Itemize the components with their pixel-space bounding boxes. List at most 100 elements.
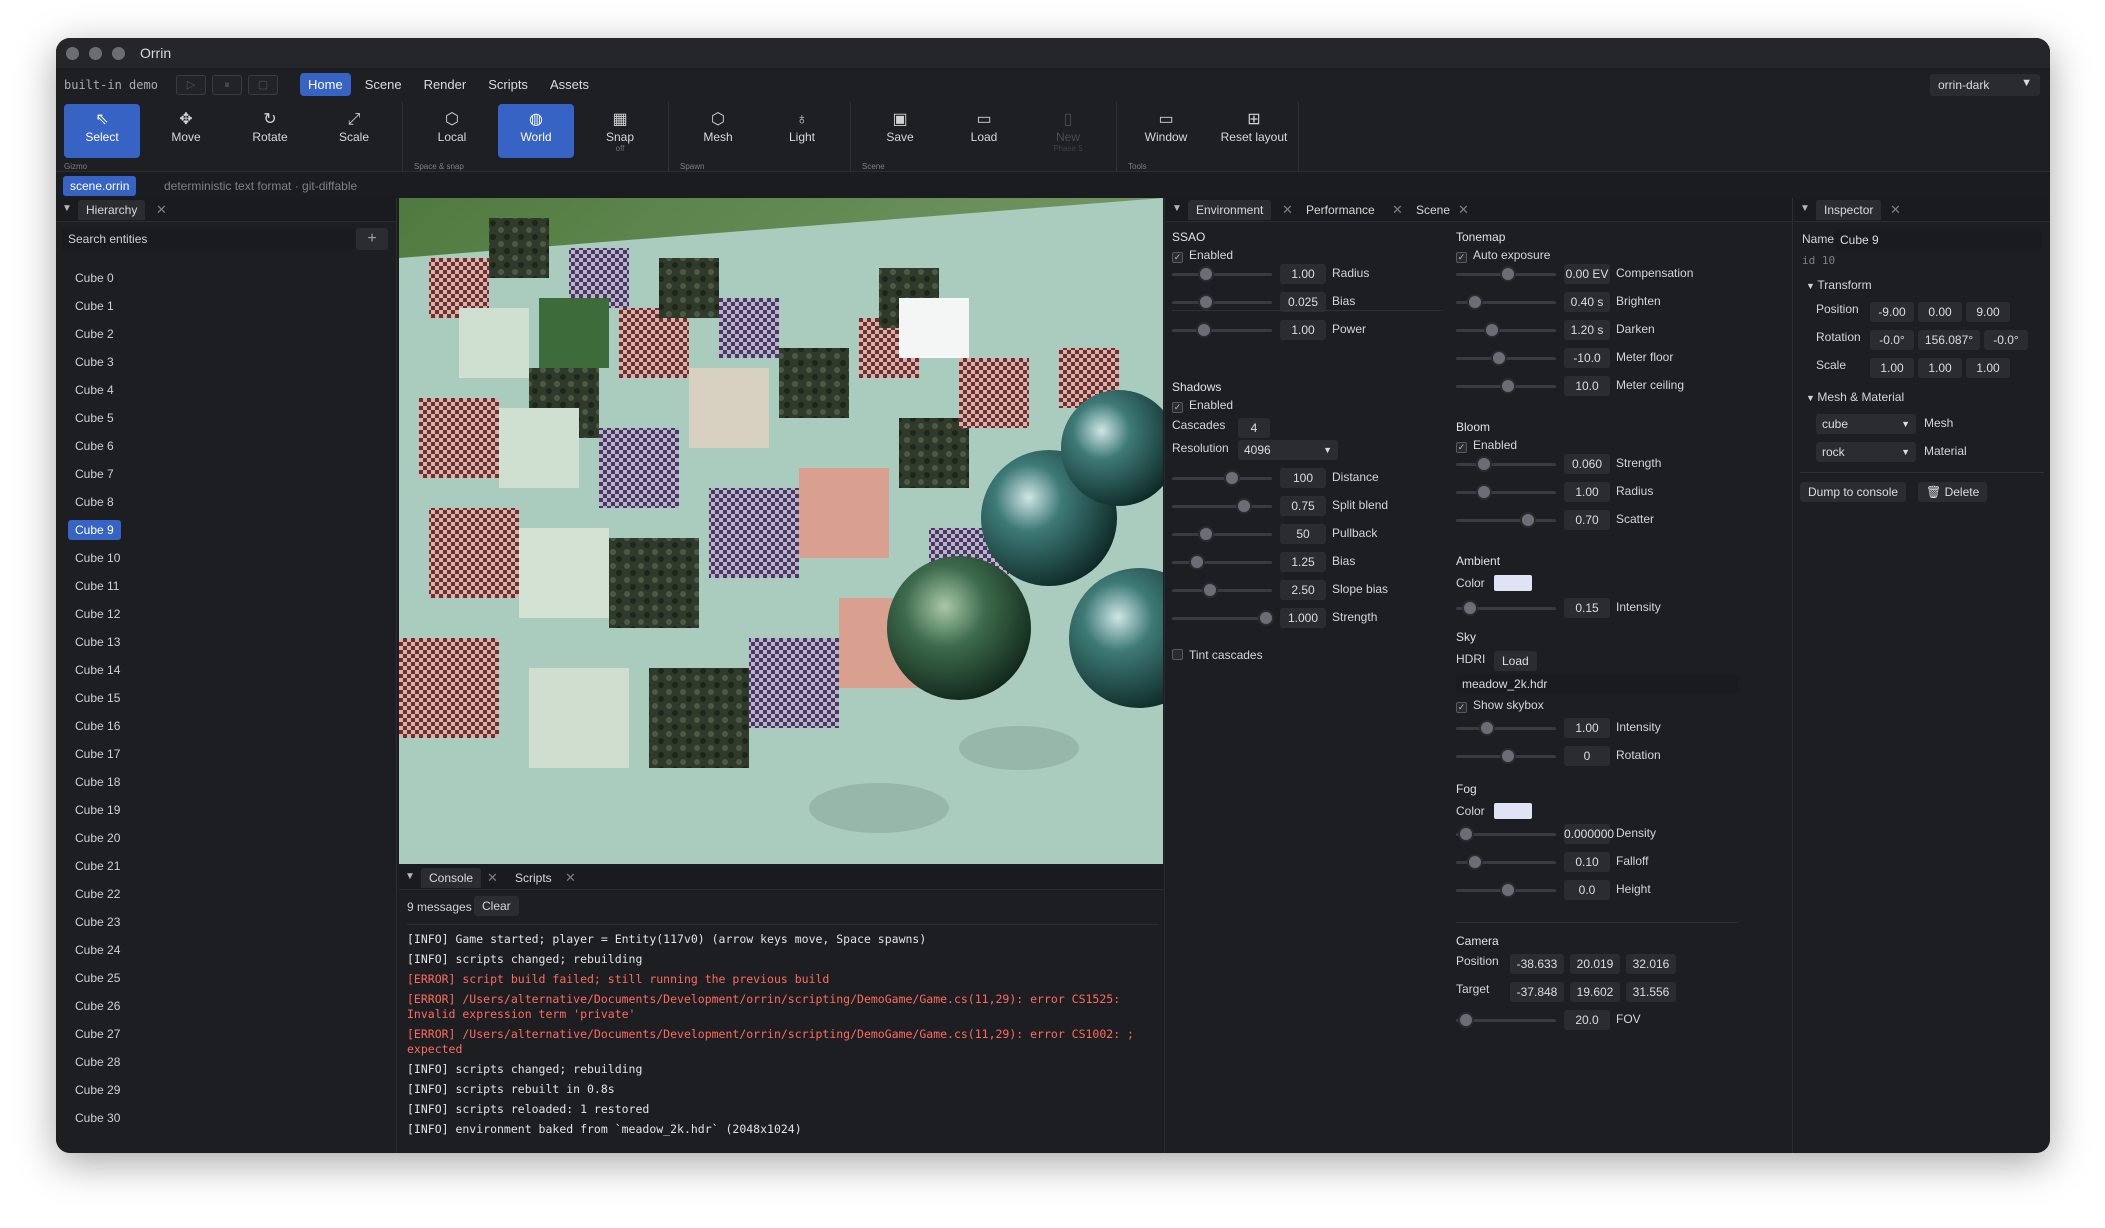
hierarchy-item[interactable]: Cube 7 [62,460,392,488]
close-icon[interactable]: ✕ [487,870,498,886]
search-entities-input[interactable]: Search entities [62,228,354,250]
scene-viewport[interactable] [399,198,1163,864]
slider-thumb[interactable] [1483,322,1500,338]
position-y[interactable]: 0.00 [1918,302,1962,322]
minimize-window-button[interactable] [89,47,102,60]
rotation-z[interactable]: -0.0° [1984,330,2028,350]
slider-value[interactable]: 100 [1280,468,1326,488]
collapse-icon[interactable]: ▼ [1172,203,1182,214]
slider-thumb[interactable] [1223,470,1240,486]
slider-thumb[interactable] [1476,484,1493,500]
hierarchy-item[interactable]: Cube 16 [62,712,392,740]
hierarchy-item[interactable]: Cube 4 [62,376,392,404]
slider-value[interactable]: 1.000 [1280,608,1326,628]
spawn-mesh-button[interactable]: ⬡ Mesh [680,104,756,158]
hierarchy-item[interactable]: Cube 27 [62,1020,392,1048]
slider-thumb[interactable] [1500,266,1517,282]
hierarchy-item[interactable]: Cube 24 [62,936,392,964]
new-scene-button[interactable]: ▯ New Phase 5 [1030,104,1106,158]
hierarchy-item[interactable]: Cube 11 [62,572,392,600]
slider-value[interactable]: 1.00 [1564,718,1610,738]
hierarchy-item[interactable]: Cube 12 [62,600,392,628]
menu-render[interactable]: Render [416,73,475,96]
tab-performance[interactable]: Performance [1298,200,1383,220]
slider-value[interactable]: -10.0 [1564,348,1610,368]
slider-value[interactable]: 1.25 [1280,552,1326,572]
hierarchy-item[interactable]: Cube 19 [62,796,392,824]
tint-cascades-checkbox[interactable]: Tint cascades [1172,648,1263,662]
menu-scripts[interactable]: Scripts [480,73,536,96]
slider-value[interactable]: 1.00 [1280,320,1326,340]
camera-position-y[interactable]: 20.019 [1570,954,1620,974]
hierarchy-item[interactable]: Cube 20 [62,824,392,852]
fog-color-swatch[interactable] [1494,803,1532,819]
slider-track[interactable] [1172,533,1272,536]
stop-icon[interactable]: ▢ [248,75,278,95]
reset-layout-button[interactable]: ⊞ Reset layout [1212,104,1296,158]
slider-thumb[interactable] [1462,600,1479,616]
mesh-select[interactable]: cube ▼ [1816,414,1916,434]
menu-home[interactable]: Home [300,73,351,96]
close-icon[interactable]: ✕ [1392,202,1403,218]
slider-thumb[interactable] [1457,1012,1474,1028]
slider-value[interactable]: 0.70 [1564,510,1610,530]
slider-thumb[interactable] [1197,266,1214,282]
slider-value[interactable]: 0.75 [1280,496,1326,516]
panel-divider[interactable] [1164,198,1165,1153]
slider-thumb[interactable] [1197,294,1214,310]
scene-file-tab[interactable]: scene.orrin [63,176,137,196]
slider-track[interactable] [1456,463,1556,466]
window-button[interactable]: ▭ Window [1128,104,1204,158]
transform-section[interactable]: ▼ Transform [1806,278,1872,292]
slider-track[interactable] [1456,329,1556,332]
tab-hierarchy[interactable]: Hierarchy [78,200,146,220]
panel-divider[interactable] [396,198,397,1153]
hierarchy-item[interactable]: Cube 8 [62,488,392,516]
slider-value[interactable]: 1.00 [1564,482,1610,502]
tab-scene[interactable]: Scene [1408,200,1458,220]
slider-track[interactable] [1172,505,1272,508]
material-select[interactable]: rock ▼ [1816,442,1916,462]
cascades-input[interactable]: 4 [1238,418,1270,438]
slider-value[interactable]: 0.0 [1564,880,1610,900]
hierarchy-item[interactable]: Cube 17 [62,740,392,768]
slider-track[interactable] [1172,561,1272,564]
auto-exposure-checkbox[interactable]: ✓ Auto exposure [1456,248,1550,263]
camera-position-z[interactable]: 32.016 [1626,954,1676,974]
hierarchy-item[interactable]: Cube 5 [62,404,392,432]
local-space-button[interactable]: ⬡ Local [414,104,490,158]
bloom-enabled-checkbox[interactable]: ✓ Enabled [1456,438,1517,453]
slider-thumb[interactable] [1467,854,1484,870]
slider-thumb[interactable] [1500,378,1517,394]
ssao-enabled-checkbox[interactable]: ✓ Enabled [1172,248,1233,263]
scale-z[interactable]: 1.00 [1966,358,2010,378]
slider-thumb[interactable] [1188,554,1205,570]
hierarchy-item[interactable]: Cube 15 [62,684,392,712]
scale-x[interactable]: 1.00 [1870,358,1914,378]
panel-divider[interactable] [1792,198,1793,1153]
hierarchy-item[interactable]: Cube 28 [62,1048,392,1076]
shadows-enabled-checkbox[interactable]: ✓ Enabled [1172,398,1233,413]
hierarchy-item[interactable]: Cube 21 [62,852,392,880]
hierarchy-item[interactable]: Cube 1 [62,292,392,320]
hierarchy-item[interactable]: Cube 6 [62,432,392,460]
ambient-color-swatch[interactable] [1494,575,1532,591]
play-icon[interactable]: ▷ [176,75,206,95]
collapse-icon[interactable]: ▼ [405,871,415,882]
delete-entity-button[interactable]: 🗑 Delete [1918,482,1988,502]
camera-position-x[interactable]: -38.633 [1510,954,1564,974]
collapse-icon[interactable]: ▼ [62,203,72,214]
scale-tool-button[interactable]: ⤢ Scale [316,104,392,158]
dump-to-console-button[interactable]: Dump to console [1800,482,1907,502]
close-icon[interactable]: ✕ [565,870,576,886]
tab-console[interactable]: Console [421,868,482,888]
camera-target-x[interactable]: -37.848 [1510,982,1564,1002]
slider-value[interactable]: 1.00 [1280,264,1326,284]
slider-value[interactable]: 0.40 s [1564,292,1610,312]
slider-value[interactable]: 0 [1564,746,1610,766]
menu-assets[interactable]: Assets [542,73,597,96]
slider-thumb[interactable] [1490,350,1507,366]
slider-thumb[interactable] [1257,610,1274,626]
rotation-x[interactable]: -0.0° [1870,330,1914,350]
close-icon[interactable]: ✕ [1458,202,1469,218]
